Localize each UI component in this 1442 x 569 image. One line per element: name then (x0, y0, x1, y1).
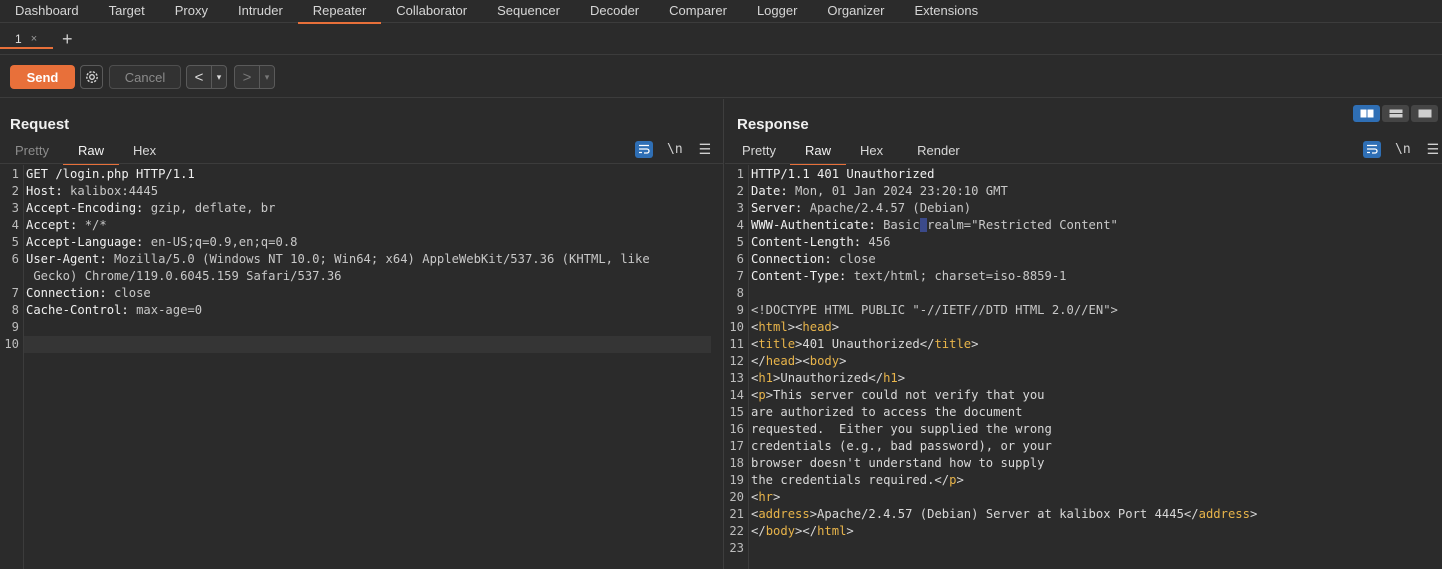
history-forward-group[interactable]: > ▾ (234, 65, 275, 89)
back-arrow-icon[interactable]: < (187, 69, 211, 86)
newline-toggle-icon[interactable]: \n (667, 142, 683, 157)
response-tab-render[interactable]: Render (897, 139, 974, 164)
nav-tab-collaborator[interactable]: Collaborator (381, 0, 482, 23)
back-dropdown-icon[interactable]: ▾ (211, 66, 226, 88)
request-title: Request (10, 116, 70, 133)
repeater-tab-1[interactable]: 1 × (0, 24, 53, 55)
nav-tab-organizer[interactable]: Organizer (812, 0, 899, 23)
code-line: Gecko) Chrome/119.0.6045.159 Safari/537.… (26, 269, 342, 283)
history-back-group[interactable]: < ▾ (186, 65, 227, 89)
code-line: 2 Date: Mon, 01 Jan 2024 23:20:10 GMT (736, 184, 1008, 198)
code-line: 1 GET /login.php HTTP/1.1 (11, 167, 195, 181)
response-panel: Response Pretty Raw Hex Render \n ☰ 1 HTT… (725, 99, 1442, 569)
code-line: 1 HTTP/1.1 401 Unauthorized (736, 167, 935, 181)
code-line: 2 Host: kalibox:4445 (11, 184, 159, 198)
code-line: 19 the credentials required.</p> (729, 473, 964, 487)
forward-arrow-icon[interactable]: > (235, 69, 259, 86)
close-icon[interactable]: × (31, 33, 37, 45)
code-line: 18 browser doesn't understand how to supp… (729, 456, 1045, 470)
code-line: 3 Accept-Encoding: gzip, deflate, br (11, 201, 276, 215)
code-line: 20 <hr> (729, 490, 781, 504)
response-tab-hex[interactable]: Hex (846, 139, 897, 164)
nav-tab-proxy[interactable]: Proxy (160, 0, 223, 23)
code-line: 13 <h1>Unauthorized</h1> (729, 371, 906, 385)
layout-stacked-icon[interactable] (1382, 105, 1409, 122)
repeater-tabs: 1 × + (0, 24, 1442, 55)
code-line: 17 credentials (e.g., bad password), or y… (729, 439, 1052, 453)
response-editor-tools: \n ☰ (1363, 140, 1439, 158)
settings-button[interactable] (80, 65, 103, 89)
nav-tab-target[interactable]: Target (94, 0, 160, 23)
response-tab-pretty[interactable]: Pretty (728, 139, 790, 164)
send-button[interactable]: Send (10, 65, 75, 89)
nav-tab-intruder[interactable]: Intruder (223, 0, 298, 23)
cancel-button[interactable]: Cancel (109, 65, 181, 89)
layout-tabs-icon[interactable] (1411, 105, 1438, 122)
repeater-tab-label: 1 (15, 32, 22, 46)
wrap-lines-icon[interactable] (635, 140, 653, 158)
request-tab-hex[interactable]: Hex (119, 139, 170, 164)
nav-tab-extensions[interactable]: Extensions (900, 0, 994, 23)
code-line: 8 Cache-Control: max-age=0 (11, 303, 203, 317)
code-line: 22 </body></html> (729, 524, 854, 538)
code-line: 10 <html><head> (729, 320, 840, 334)
request-tab-raw[interactable]: Raw (62, 139, 119, 165)
request-panel: Request Pretty Raw Hex \n ☰ 1 GET /login.… (0, 99, 724, 569)
nav-tab-repeater[interactable]: Repeater (297, 0, 382, 24)
code-line: 6 User-Agent: Mozilla/5.0 (Windows NT 10.… (11, 252, 650, 266)
code-line: 4 WWW-Authenticate: Basic realm="Restrict… (736, 218, 1118, 232)
newline-toggle-icon[interactable]: \n (1395, 142, 1411, 157)
code-line: 5 Content-Length: 456 (736, 235, 891, 249)
wrap-lines-icon[interactable] (1363, 140, 1381, 158)
code-line: 4 Accept: */* (11, 218, 107, 232)
code-line: 21 <address>Apache/2.4.57 (Debian) Server… (729, 507, 1258, 521)
code-line: 12 </head><body> (729, 354, 847, 368)
code-line: 7 Connection: close (11, 286, 151, 300)
divider (0, 163, 723, 164)
request-tab-pretty[interactable]: Pretty (1, 139, 63, 164)
request-editor-tools: \n ☰ (635, 140, 711, 158)
nav-tab-logger[interactable]: Logger (742, 0, 812, 23)
request-view-tabs: Pretty Raw Hex (1, 139, 170, 165)
code-line: 23 (729, 541, 744, 555)
nav-tab-decoder[interactable]: Decoder (575, 0, 654, 23)
response-editor[interactable]: 1 HTTP/1.1 401 Unauthorized 2 Date: Mon, 0… (725, 165, 1442, 569)
nav-tab-dashboard[interactable]: Dashboard (0, 0, 94, 23)
code-line: 10 (4, 337, 19, 351)
nav-tab-comparer[interactable]: Comparer (654, 0, 742, 23)
toolbar: Send Cancel < ▾ > ▾ (0, 56, 1442, 98)
response-title: Response (737, 116, 809, 133)
top-nav: Dashboard Target Proxy Intruder Repeater… (0, 0, 1442, 24)
add-tab-button[interactable]: + (62, 30, 73, 48)
request-editor[interactable]: 1 GET /login.php HTTP/1.1 2 Host: kalibox:… (0, 165, 723, 569)
code-line: 6 Connection: close (736, 252, 876, 266)
code-line: 3 Server: Apache/2.4.57 (Debian) (736, 201, 972, 215)
code-line: 5 Accept-Language: en-US;q=0.9,en;q=0.8 (11, 235, 298, 249)
code-line: 16 requested. Either you supplied the wro… (729, 422, 1052, 436)
divider (725, 163, 1442, 164)
code-line: 8 (736, 286, 744, 300)
code-line: 11 <title>401 Unauthorized</title> (729, 337, 979, 351)
code-line: 9 <!DOCTYPE HTML PUBLIC "-//IETF//DTD HTM… (736, 303, 1118, 317)
layout-side-by-side-icon[interactable] (1353, 105, 1380, 122)
layout-switcher (1353, 105, 1438, 122)
code-line: 7 Content-Type: text/html; charset=iso-88… (736, 269, 1067, 283)
code-line: 9 (11, 320, 19, 334)
menu-icon[interactable]: ☰ (1427, 141, 1440, 158)
forward-dropdown-icon[interactable]: ▾ (259, 66, 274, 88)
response-view-tabs: Pretty Raw Hex Render (728, 139, 974, 165)
gear-icon (85, 71, 98, 83)
response-tab-raw[interactable]: Raw (789, 139, 846, 165)
code-line: 14 <p>This server could not verify that y… (729, 388, 1045, 402)
code-line: 15 are authorized to access the document (729, 405, 1023, 419)
nav-tab-sequencer[interactable]: Sequencer (482, 0, 575, 23)
menu-icon[interactable]: ☰ (699, 141, 712, 158)
